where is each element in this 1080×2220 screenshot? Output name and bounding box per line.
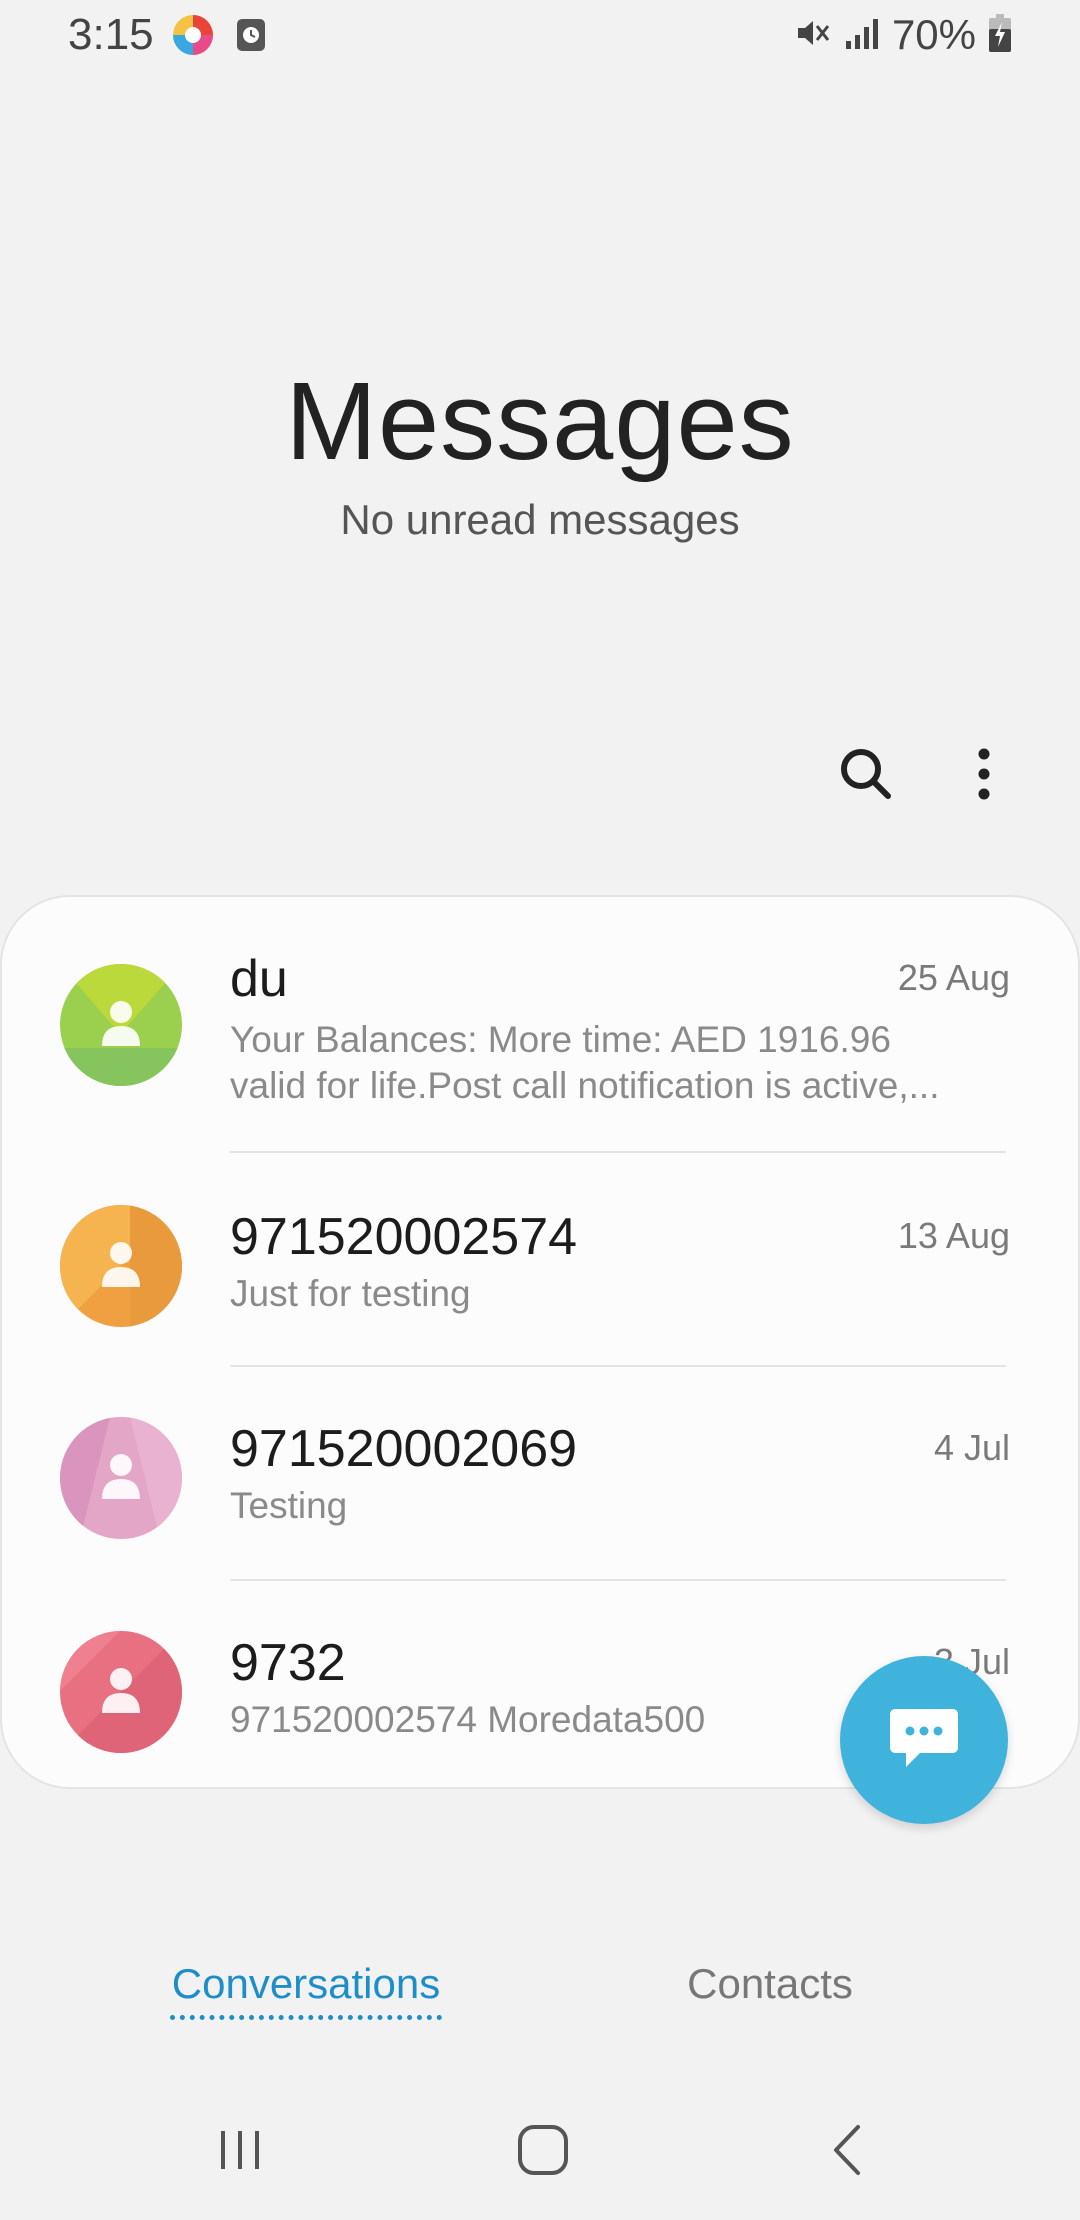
app-notification-icon xyxy=(172,14,214,56)
mute-icon xyxy=(792,13,832,58)
conversation-item[interactable]: du 25 Aug Your Balances: More time: AED … xyxy=(2,897,1078,1151)
contact-avatar xyxy=(60,1417,182,1539)
conversation-preview: Your Balances: More time: AED 1916.96 va… xyxy=(230,1017,1010,1109)
tab-conversations[interactable]: Conversations xyxy=(160,1960,452,2008)
clock-app-icon xyxy=(236,18,266,52)
contact-avatar xyxy=(60,964,182,1086)
recents-icon xyxy=(221,2131,259,2169)
battery-charging-icon xyxy=(988,13,1012,58)
conversation-item[interactable]: 971520002574 13 Aug Just for testing xyxy=(2,1153,1078,1365)
home-button[interactable] xyxy=(493,2110,593,2190)
back-icon xyxy=(834,2125,860,2175)
conversation-name: 971520002574 xyxy=(230,1208,578,1266)
contact-avatar xyxy=(60,1205,182,1327)
conversation-preview: Just for testing xyxy=(230,1273,471,1314)
conversation-name: 9732 xyxy=(230,1634,346,1692)
conversation-date: 25 Aug xyxy=(897,957,1010,998)
status-time: 3:15 xyxy=(68,10,154,59)
conversation-name: du xyxy=(230,950,288,1008)
signal-icon xyxy=(844,15,880,56)
compose-message-icon xyxy=(890,1709,958,1767)
contact-avatar xyxy=(60,1631,182,1753)
back-button[interactable] xyxy=(796,2110,896,2190)
conversation-date: 4 Jul xyxy=(933,1427,1010,1468)
tab-contacts[interactable]: Contacts xyxy=(640,1960,900,2008)
conversation-preview: Testing xyxy=(230,1485,348,1526)
preview-line: valid for life.Post call notification is… xyxy=(230,1065,940,1106)
status-bar: 3:15 70% xyxy=(0,0,1080,72)
conversation-name: 971520002069 xyxy=(230,1420,578,1478)
more-options-button[interactable] xyxy=(944,734,1024,814)
more-options-icon xyxy=(978,748,990,800)
conversation-item[interactable]: 971520002069 4 Jul Testing xyxy=(2,1367,1078,1579)
unread-status: No unread messages xyxy=(340,496,740,543)
search-button[interactable] xyxy=(826,734,906,814)
home-icon xyxy=(518,2125,568,2175)
search-icon xyxy=(841,749,891,799)
conversation-list: du 25 Aug Your Balances: More time: AED … xyxy=(0,895,1080,1789)
preview-line: Your Balances: More time: AED 1916.96 xyxy=(230,1019,891,1060)
conversation-date: 13 Aug xyxy=(897,1215,1010,1256)
active-tab-indicator xyxy=(170,2015,442,2020)
recents-button[interactable] xyxy=(190,2110,290,2190)
battery-percent: 70% xyxy=(891,11,976,58)
page-title: Messages xyxy=(285,360,795,483)
compose-message-button[interactable] xyxy=(840,1656,1008,1824)
